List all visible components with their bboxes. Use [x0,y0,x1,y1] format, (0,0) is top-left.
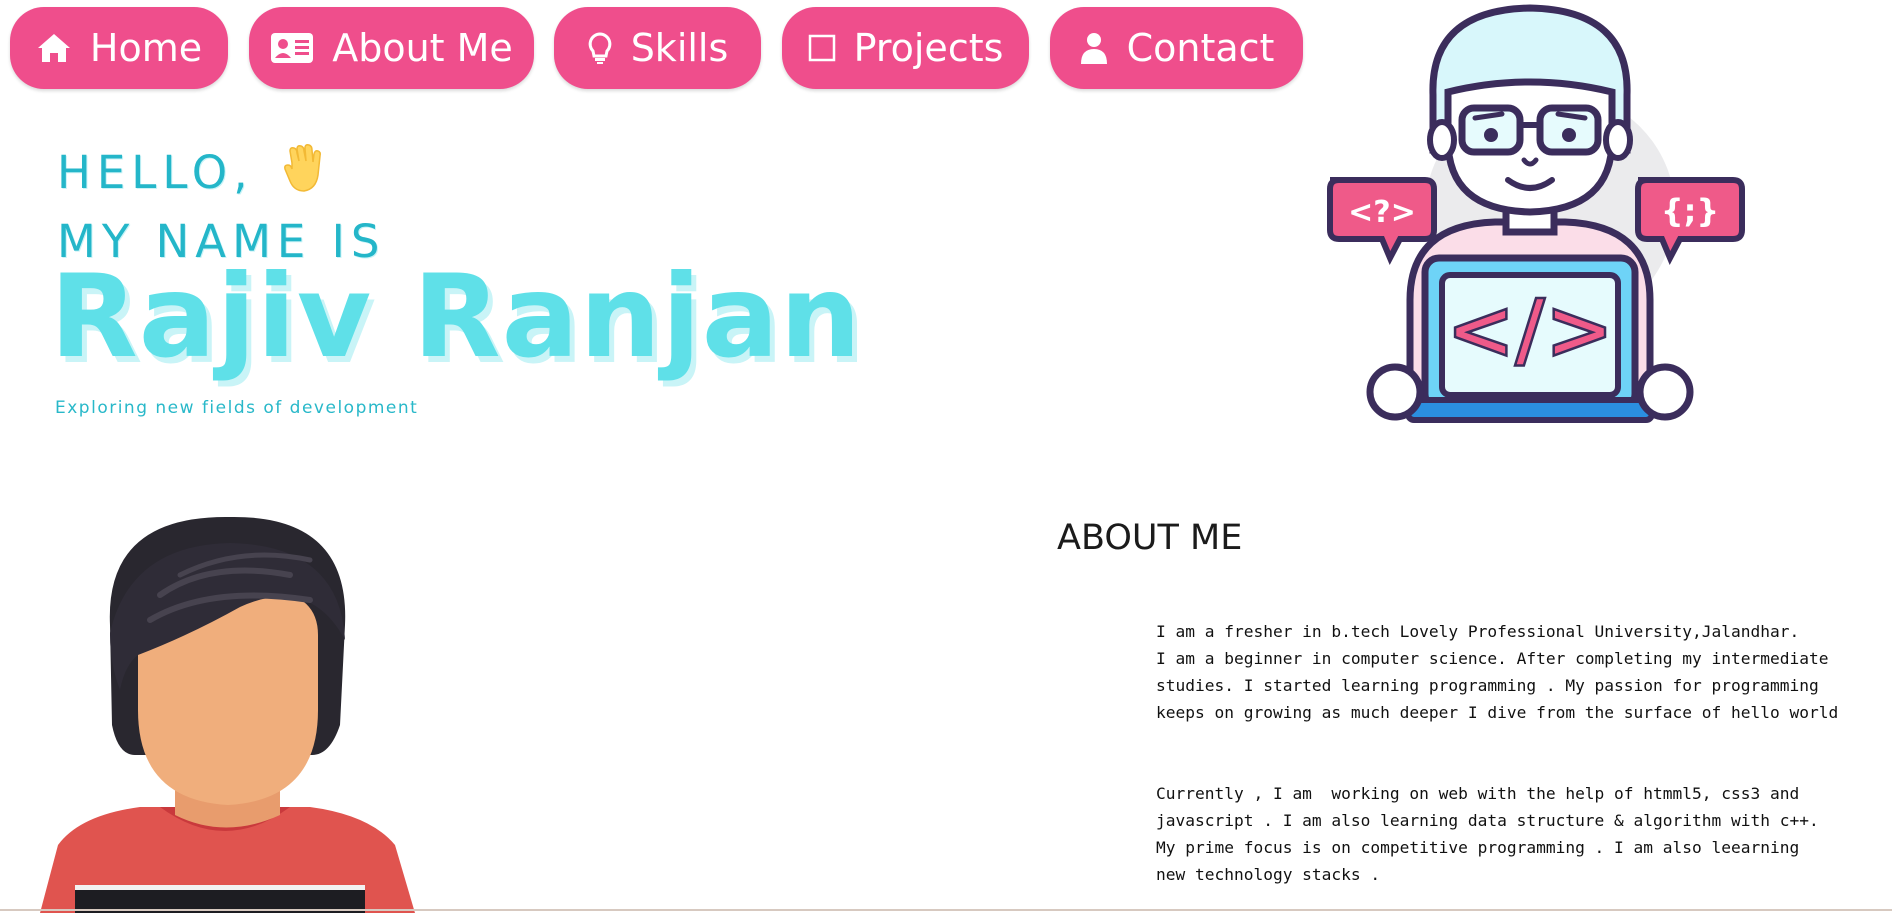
page-bottom-divider [0,909,1892,911]
lightbulb-icon [587,31,613,65]
nav-contact-label: Contact [1126,26,1275,70]
right-bubble-code: {;} [1661,192,1719,230]
hero-greeting: HELLO, [57,143,330,202]
nav-skills-button[interactable]: Skills [554,7,761,89]
user-icon [1079,31,1109,65]
nav-skills-label: Skills [630,26,729,70]
nav-about-label: About Me [332,26,513,70]
laptop-screen-code: </> [1446,283,1613,378]
about-paragraph-1: I am a fresher in b.tech Lovely Professi… [1156,622,1839,722]
about-paragraph-2: Currently , I am working on web with the… [1156,784,1819,884]
about-title: ABOUT ME [1057,518,1243,558]
nav-home-button[interactable]: Home [10,7,228,89]
hero-name: Rajiv Ranjan [50,250,862,383]
nav-about-button[interactable]: About Me [249,7,534,89]
coder-laptop-illustration: <?> {;} </> [1320,0,1760,445]
developer-avatar-illustration [40,515,420,913]
id-card-icon [270,31,314,65]
nav-contact-button[interactable]: Contact [1050,7,1303,89]
home-icon [36,32,72,64]
waving-hand-icon [282,143,330,202]
hero-tagline: Exploring new fields of development [55,398,419,418]
nav-projects-button[interactable]: Projects [782,7,1029,89]
nav-projects-label: Projects [853,26,1004,70]
nav-home-label: Home [89,26,203,70]
hero-greeting-text: HELLO, [57,146,254,199]
square-icon [808,34,836,62]
left-bubble-code: <?> [1348,195,1416,230]
